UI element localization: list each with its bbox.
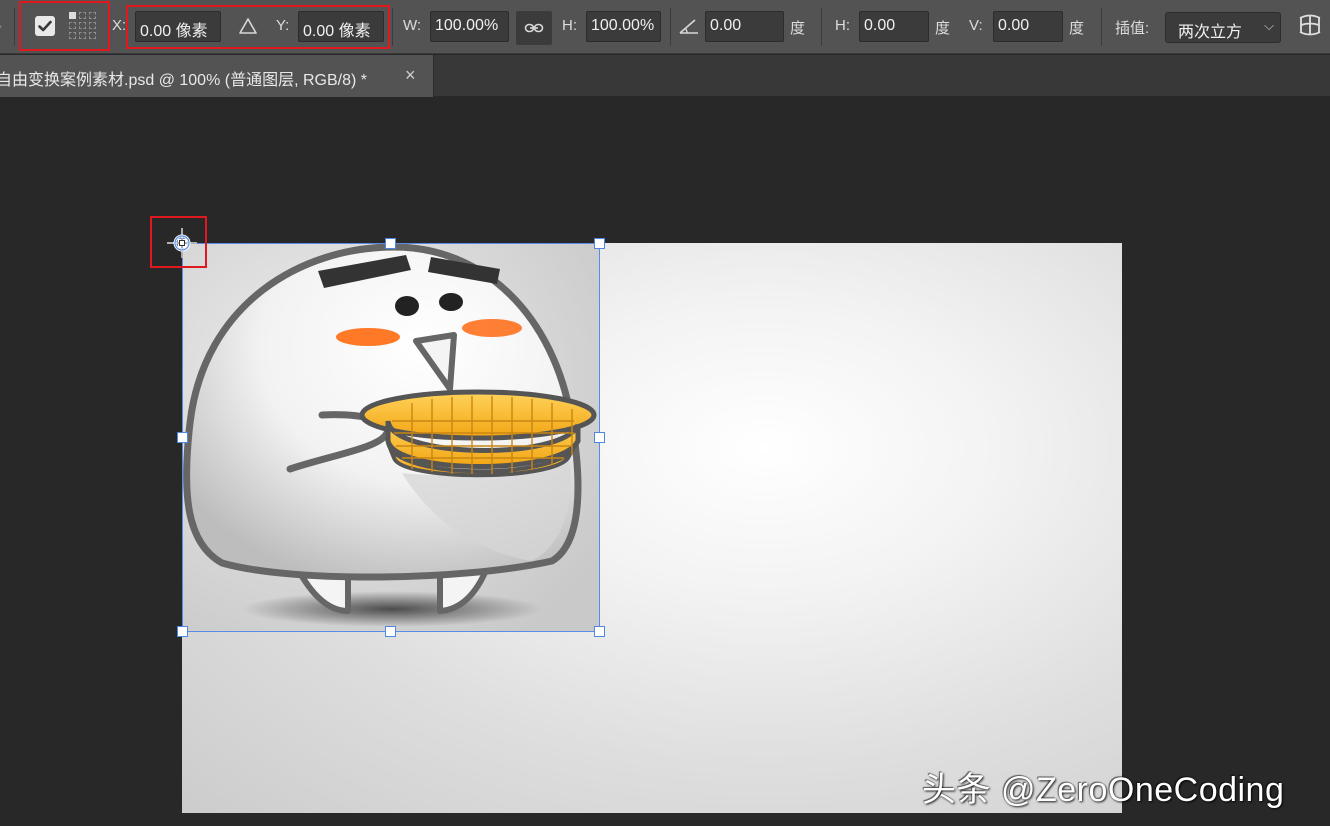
angle-icon xyxy=(679,19,698,34)
tool-preset-chevron-icon[interactable]: › xyxy=(0,19,10,33)
document-tab[interactable]: 自由变换案例素材.psd @ 100% (普通图层, RGB/8) * × xyxy=(0,55,434,97)
width-label: W: xyxy=(403,17,422,34)
width-scale-input[interactable]: 100.00% xyxy=(430,11,509,42)
separator xyxy=(670,8,671,46)
watermark-text: 头条 @ZeroOneCoding xyxy=(922,771,1285,809)
skew-h-unit-label: 度 xyxy=(935,20,951,37)
transform-handle-bottom-center[interactable] xyxy=(385,626,396,637)
separator xyxy=(821,8,822,46)
highlight-box-pivot xyxy=(150,216,207,268)
maintain-aspect-ratio-button[interactable] xyxy=(516,11,552,45)
separator xyxy=(1101,8,1102,46)
transform-handle-top-right[interactable] xyxy=(594,238,605,249)
options-bar: › X: 0.00 像素 Y: 0.00 像素 W: 100.00% H: 10… xyxy=(0,0,1330,54)
interpolation-label: 插值: xyxy=(1115,20,1150,37)
chevron-down-icon: ⌵ xyxy=(1264,18,1274,33)
separator xyxy=(392,8,393,46)
transform-handle-middle-left[interactable] xyxy=(177,432,188,443)
angle-unit-label: 度 xyxy=(790,20,806,37)
document-tab-title: 自由变换案例素材.psd @ 100% (普通图层, RGB/8) * xyxy=(0,72,367,89)
highlight-box-xy-position xyxy=(126,5,390,49)
document-tab-bar: 自由变换案例素材.psd @ 100% (普通图层, RGB/8) * × xyxy=(0,55,1330,97)
link-icon xyxy=(524,23,544,33)
rotation-angle-input[interactable]: 0.00 xyxy=(705,11,784,42)
transform-handle-middle-right[interactable] xyxy=(594,432,605,443)
height-scale-input[interactable]: 100.00% xyxy=(586,11,661,42)
interpolation-select[interactable]: 两次立方 ⌵ xyxy=(1165,12,1281,43)
separator xyxy=(14,8,15,46)
close-icon[interactable]: × xyxy=(405,65,416,86)
transform-handle-bottom-right[interactable] xyxy=(594,626,605,637)
height-label: H: xyxy=(562,17,577,34)
warp-mode-icon[interactable] xyxy=(1296,12,1324,40)
highlight-box-reference-point xyxy=(19,1,110,51)
skew-vertical-input[interactable]: 0.00 xyxy=(993,11,1063,42)
skew-h-label: H: xyxy=(835,17,850,34)
transform-handle-top-center[interactable] xyxy=(385,238,396,249)
interpolation-value: 两次立方 xyxy=(1178,24,1243,41)
transform-bounding-box[interactable] xyxy=(182,243,600,632)
skew-v-label: V: xyxy=(969,17,983,34)
skew-v-unit-label: 度 xyxy=(1069,20,1085,37)
transform-handle-bottom-left[interactable] xyxy=(177,626,188,637)
x-label: X: xyxy=(112,17,127,34)
skew-horizontal-input[interactable]: 0.00 xyxy=(859,11,929,42)
